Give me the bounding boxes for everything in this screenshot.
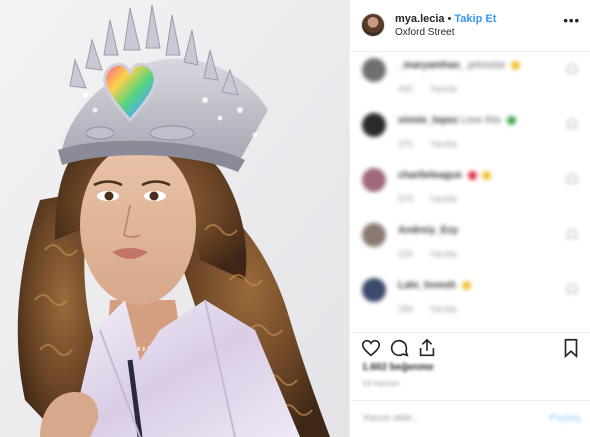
commenter-username[interactable]: _maryamhao_	[398, 60, 465, 71]
commenter-username[interactable]: charlieleague	[398, 170, 462, 181]
emoji-icon	[482, 170, 492, 180]
like-comment-heart-icon[interactable]	[567, 174, 577, 183]
comment-item: Lalo_lovesh 184 Yanıtla	[350, 272, 590, 322]
separator-dot: •	[447, 13, 452, 25]
comment-meta: 184 Yanıtla	[398, 304, 471, 314]
follow-button[interactable]: Takip Et	[454, 13, 496, 25]
emoji-icon	[506, 115, 516, 125]
commenter-avatar[interactable]	[362, 278, 386, 302]
post-sidebar: mya.lecia • Takip Et Oxford Street ••• _ma…	[349, 0, 590, 437]
comment-item: vinnie_lopez Love this 375 Yanıtla	[350, 107, 590, 157]
reply-button[interactable]: Yanıtla	[429, 84, 456, 94]
comment-text: Love this	[460, 115, 501, 126]
post-date: 14 haziran	[362, 379, 400, 388]
emoji-icon	[467, 170, 477, 180]
photo-illustration	[0, 0, 349, 437]
like-comment-heart-icon[interactable]	[567, 64, 577, 73]
post-actions-bar	[350, 332, 590, 362]
reply-button[interactable]: Yanıtla	[429, 249, 456, 259]
comment-likes[interactable]: 465	[398, 84, 413, 94]
likes-count[interactable]: 1.602 beğenme	[362, 362, 434, 373]
reply-button[interactable]: Yanıtla	[429, 194, 456, 204]
post-location[interactable]: Oxford Street	[395, 27, 454, 38]
comments-list: _maryamhao_ princess 465 Yanıtla vinnie_…	[350, 52, 590, 332]
post-header: mya.lecia • Takip Et Oxford Street •••	[350, 0, 590, 52]
comment-text-line: charlieleague	[398, 170, 492, 181]
commenter-avatar[interactable]	[362, 58, 386, 82]
comment-item: _maryamhao_ princess 465 Yanıtla	[350, 52, 590, 102]
bookmark-icon[interactable]	[561, 337, 581, 359]
emoji-icon	[511, 60, 521, 70]
comment-text: princess	[468, 60, 506, 71]
commenter-username[interactable]: Lalo_lovesh	[398, 280, 456, 291]
like-comment-heart-icon[interactable]	[567, 284, 577, 293]
comment-text-line: Lalo_lovesh	[398, 280, 471, 291]
comment-text-line: _maryamhao_ princess	[398, 60, 521, 71]
comment-text-line: vinnie_lopez Love this	[398, 115, 516, 126]
comment-likes[interactable]: 375	[398, 139, 413, 149]
comment-meta: 465 Yanıtla	[398, 84, 471, 94]
more-options-icon[interactable]: •••	[563, 14, 580, 27]
comment-text-line: Andreiy_Ezy	[398, 225, 458, 236]
like-comment-heart-icon[interactable]	[567, 119, 577, 128]
share-icon[interactable]	[416, 337, 438, 359]
commenter-username[interactable]: Andreiy_Ezy	[398, 225, 458, 236]
author-username[interactable]: mya.lecia	[395, 13, 445, 25]
like-heart-icon[interactable]	[360, 337, 382, 359]
comment-item: Andreiy_Ezy 230 Yanıtla	[350, 217, 590, 267]
reply-button[interactable]: Yanıtla	[429, 139, 456, 149]
author-avatar[interactable]	[361, 13, 385, 37]
add-comment-bar: Yorum ekle... Paylaş	[350, 400, 590, 437]
author-line: mya.lecia • Takip Et	[395, 13, 496, 25]
commenter-avatar[interactable]	[362, 113, 386, 137]
commenter-avatar[interactable]	[362, 168, 386, 192]
commenter-avatar[interactable]	[362, 223, 386, 247]
comment-meta: 230 Yanıtla	[398, 249, 471, 259]
comment-likes[interactable]: 230	[398, 249, 413, 259]
comment-bubble-icon[interactable]	[388, 337, 410, 359]
comment-likes[interactable]: 184	[398, 304, 413, 314]
emoji-icon	[461, 280, 471, 290]
comment-meta: 375 Yanıtla	[398, 139, 471, 149]
comment-meta: 579 Yanıtla	[398, 194, 471, 204]
commenter-username[interactable]: vinnie_lopez	[398, 115, 458, 126]
post-photo[interactable]	[0, 0, 349, 437]
comment-item: charlieleague 579 Yanıtla	[350, 162, 590, 212]
reply-button[interactable]: Yanıtla	[429, 304, 456, 314]
post-comment-button[interactable]: Paylaş	[549, 413, 581, 424]
comment-likes[interactable]: 579	[398, 194, 413, 204]
comment-input[interactable]: Yorum ekle...	[362, 413, 420, 424]
like-comment-heart-icon[interactable]	[567, 229, 577, 238]
